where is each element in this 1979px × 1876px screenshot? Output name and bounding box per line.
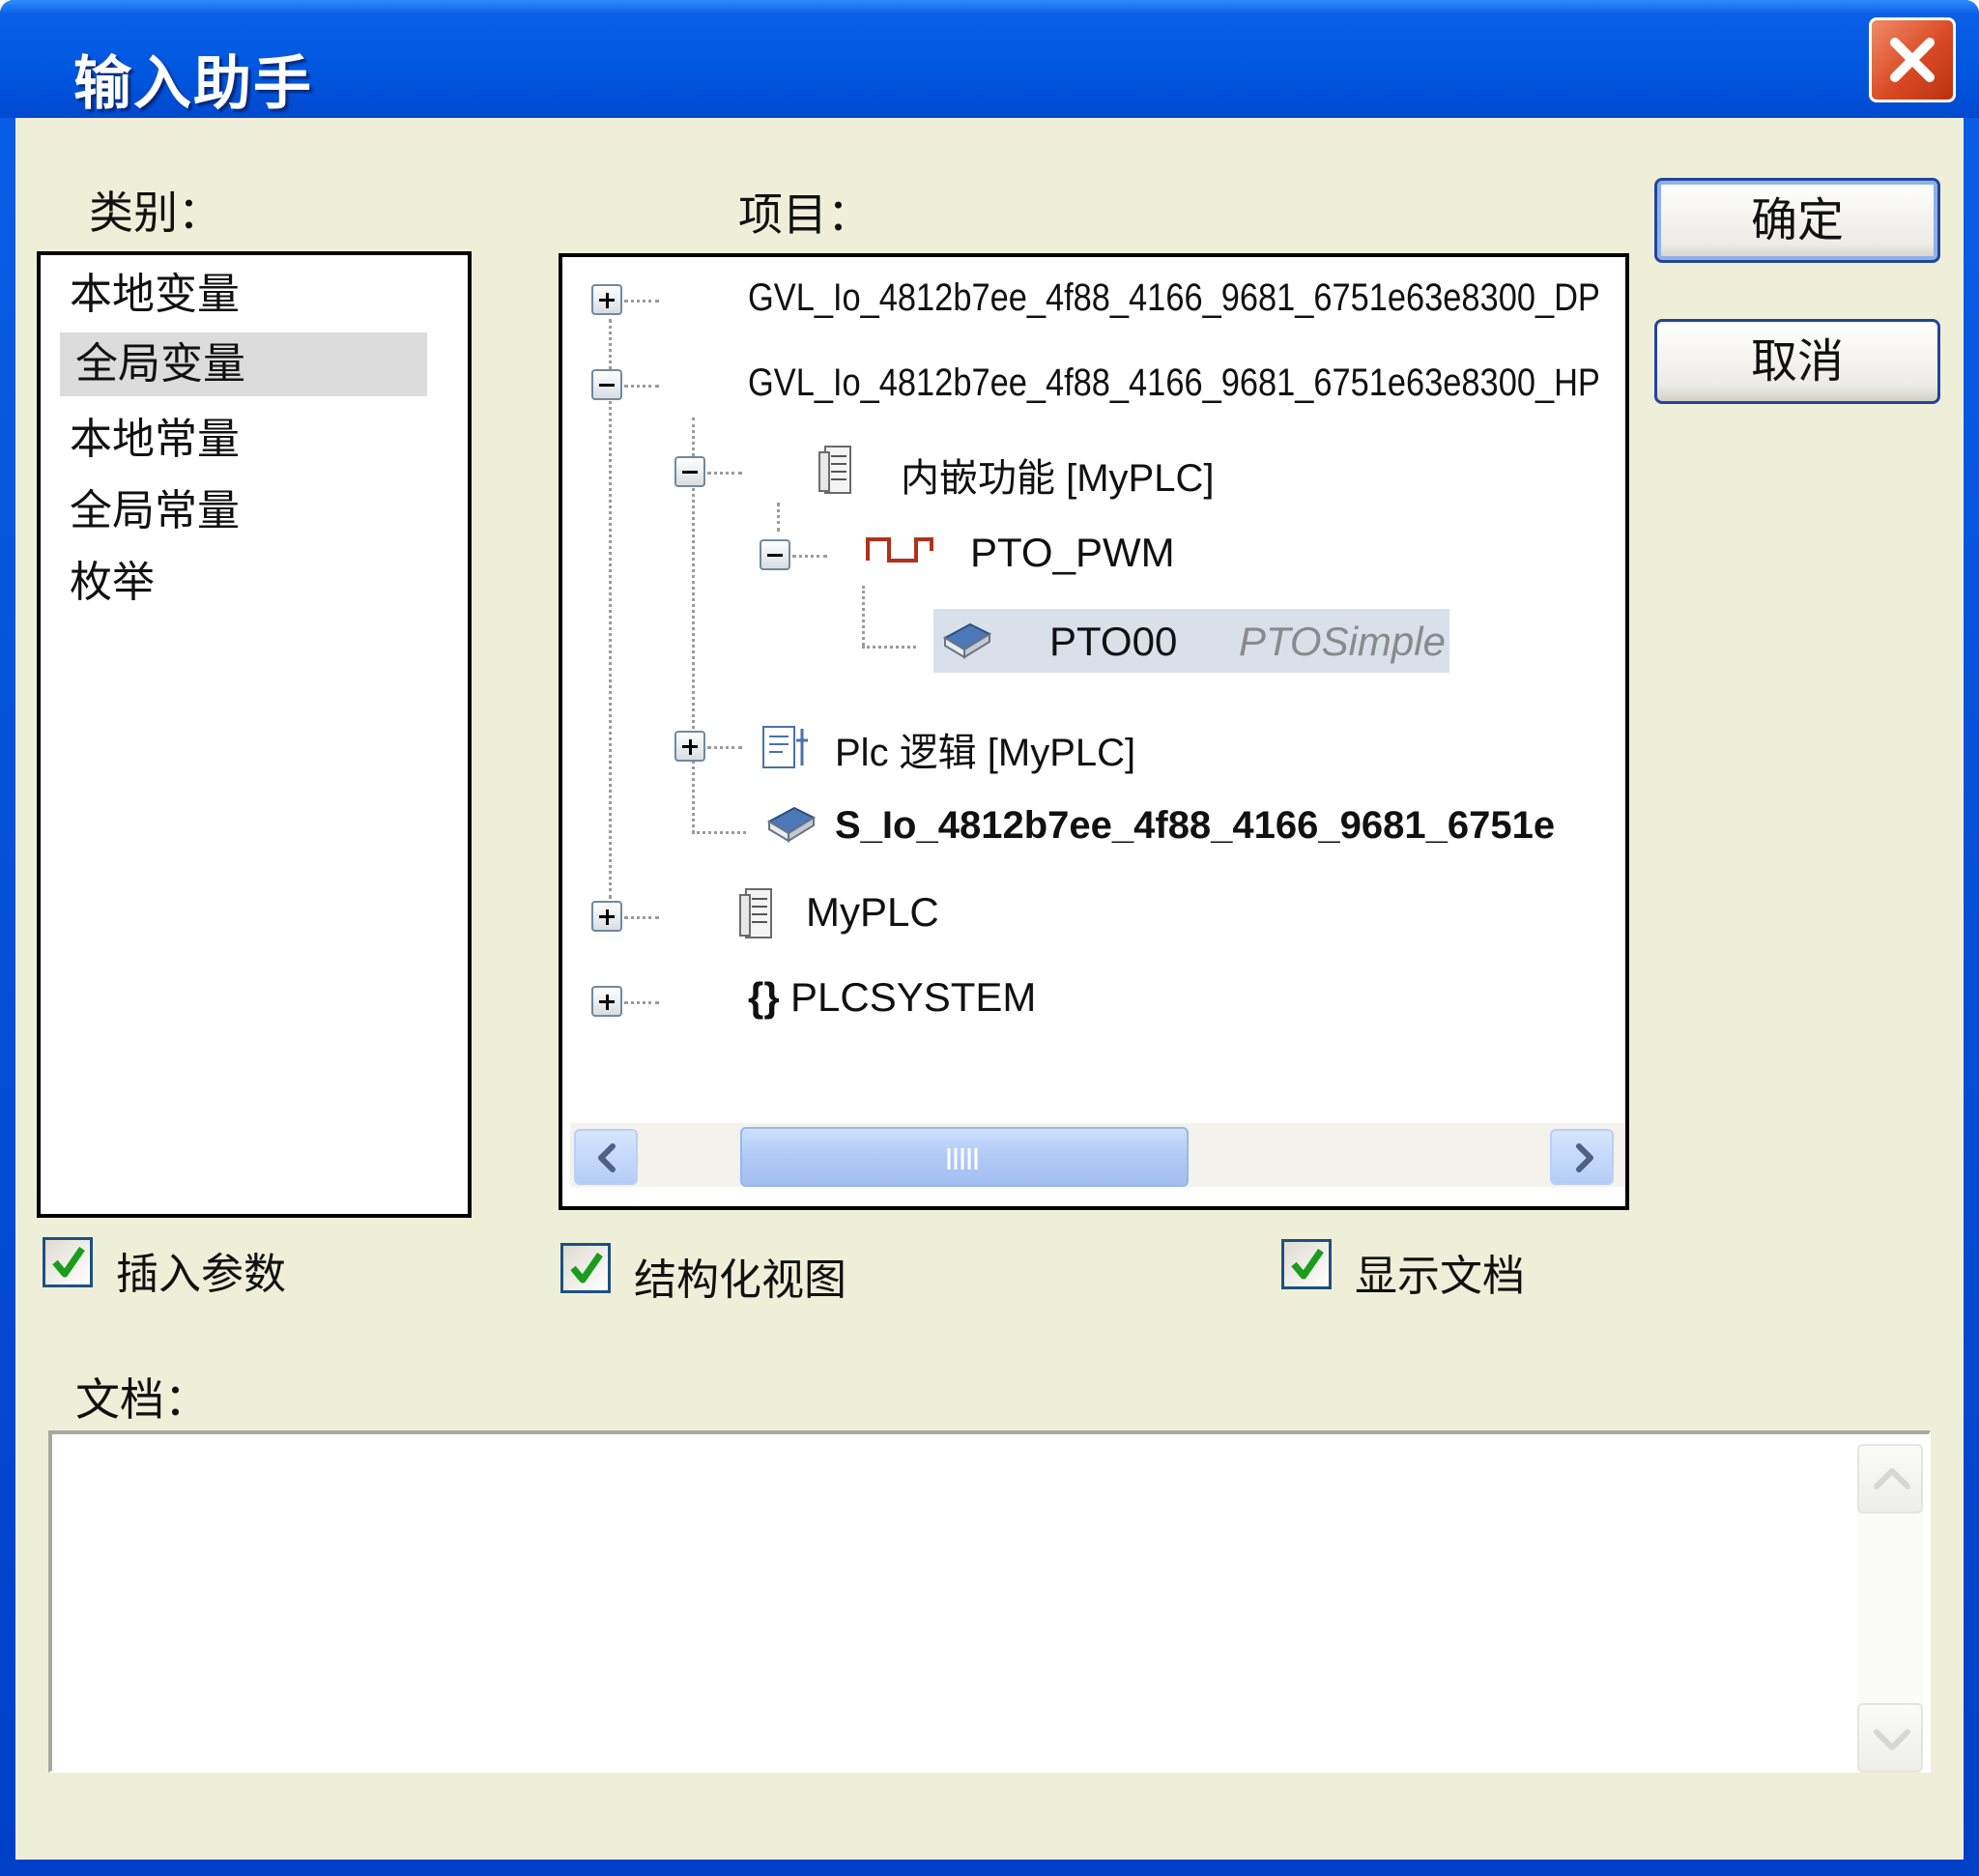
tree-item-myplc[interactable]: MyPLC (806, 889, 939, 936)
show-docs-checkbox[interactable] (1281, 1239, 1332, 1289)
tree-item-embedded-functions[interactable]: 内嵌功能 [MyPLC] (901, 447, 1214, 503)
scroll-thumb[interactable] (740, 1127, 1189, 1187)
category-item-global-vars[interactable]: 全局变量 (60, 332, 427, 396)
insert-args-label[interactable]: 插入参数 (116, 1239, 286, 1301)
category-item-global-consts[interactable]: 全局常量 (70, 479, 240, 543)
collapse-icon[interactable] (591, 369, 622, 400)
function-block-icon (942, 622, 992, 659)
window-title: 输入助手 (73, 50, 313, 118)
plc-device-icon (739, 888, 772, 938)
tree-connector (624, 1001, 659, 1004)
expand-icon[interactable] (591, 284, 622, 315)
tree-connector (707, 472, 742, 475)
pto00-name: PTO00 (1049, 619, 1178, 664)
tree-connector (692, 831, 746, 834)
category-item-local-consts[interactable]: 本地常量 (70, 408, 240, 472)
structured-view-checkbox[interactable] (560, 1243, 611, 1293)
checkmark-icon (1291, 1249, 1324, 1280)
collapse-icon[interactable] (674, 456, 705, 487)
title-bar[interactable]: 输入助手 (0, 0, 1979, 118)
expand-icon[interactable] (591, 901, 622, 932)
tree-connector (609, 319, 612, 899)
category-item-enum[interactable]: 枚举 (70, 551, 155, 615)
cancel-button[interactable]: 取消 (1654, 319, 1940, 404)
tree-connector (862, 586, 865, 646)
pulse-waveform-icon (866, 537, 933, 563)
close-icon (1890, 38, 1935, 82)
chevron-down-icon (1874, 1729, 1910, 1750)
expand-icon[interactable] (674, 731, 705, 762)
insert-args-checkbox[interactable] (43, 1237, 93, 1287)
structured-view-label[interactable]: 结构化视图 (634, 1245, 846, 1307)
plc-logic-icon (762, 726, 808, 768)
dialog-window: 输入助手 类别： 本地变量 全局变量 本地常量 全局常量 枚举 项目： GVL_… (0, 0, 1979, 1876)
collapse-icon[interactable] (760, 539, 790, 570)
chevron-up-icon (1874, 1468, 1910, 1489)
chevron-right-icon (1576, 1143, 1593, 1172)
category-list[interactable]: 本地变量 全局变量 本地常量 全局常量 枚举 (37, 251, 472, 1218)
tree-item-plcsystem[interactable]: PLCSYSTEM (790, 974, 1036, 1021)
tree-connector (624, 916, 659, 919)
items-label: 项目： (738, 188, 872, 241)
tree-item-plc-logic[interactable]: Plc 逻辑 [MyPLC] (835, 721, 1135, 777)
scroll-up-button[interactable] (1857, 1444, 1923, 1514)
plc-device-icon (818, 446, 851, 494)
tree-connector (777, 503, 780, 532)
documentation-label: 文档： (75, 1373, 209, 1426)
tree-item-pto00[interactable]: PTO00 PTOSimple (933, 609, 1449, 673)
items-tree[interactable]: GVL_Io_4812b7ee_4f88_4166_9681_6751e63e8… (559, 253, 1629, 1210)
pto00-type: PTOSimple (1239, 619, 1446, 664)
tree-item-s-io[interactable]: S_Io_4812b7ee_4f88_4166_9681_6751e (835, 804, 1555, 848)
braces-icon: {} (748, 974, 780, 1020)
tree-item-pto-pwm[interactable]: PTO_PWM (970, 530, 1175, 576)
checkmark-icon (570, 1253, 603, 1284)
tree-connector (792, 555, 827, 558)
tree-item-gvl-hp[interactable]: GVL_Io_4812b7ee_4f88_4166_9681_6751e63e8… (748, 361, 1600, 405)
tree-connector (862, 646, 916, 649)
scroll-down-button[interactable] (1857, 1703, 1923, 1773)
ok-button[interactable]: 确定 (1654, 178, 1940, 263)
category-label: 类别： (89, 187, 222, 239)
vertical-scrollbar[interactable] (1857, 1444, 1923, 1773)
grip-icon (947, 1148, 978, 1169)
close-button[interactable] (1869, 17, 1956, 102)
documentation-textbox[interactable] (48, 1430, 1931, 1773)
checkmark-icon (52, 1247, 85, 1278)
tree-connector (707, 746, 742, 749)
function-block-icon (766, 806, 817, 843)
category-item-local-vars[interactable]: 本地变量 (70, 263, 240, 327)
horizontal-scrollbar[interactable] (570, 1123, 1625, 1187)
scroll-left-button[interactable] (574, 1129, 638, 1185)
tree-item-gvl-dp[interactable]: GVL_Io_4812b7ee_4f88_4166_9681_6751e63e8… (748, 276, 1600, 320)
show-docs-label[interactable]: 显示文档 (1355, 1241, 1525, 1303)
tree-connector (624, 385, 659, 388)
chevron-left-icon (598, 1143, 616, 1172)
dialog-body: 类别： 本地变量 全局变量 本地常量 全局常量 枚举 项目： GVL_Io_48… (15, 118, 1964, 1860)
scroll-right-button[interactable] (1550, 1129, 1614, 1185)
expand-icon[interactable] (591, 986, 622, 1017)
tree-connector (624, 300, 659, 303)
